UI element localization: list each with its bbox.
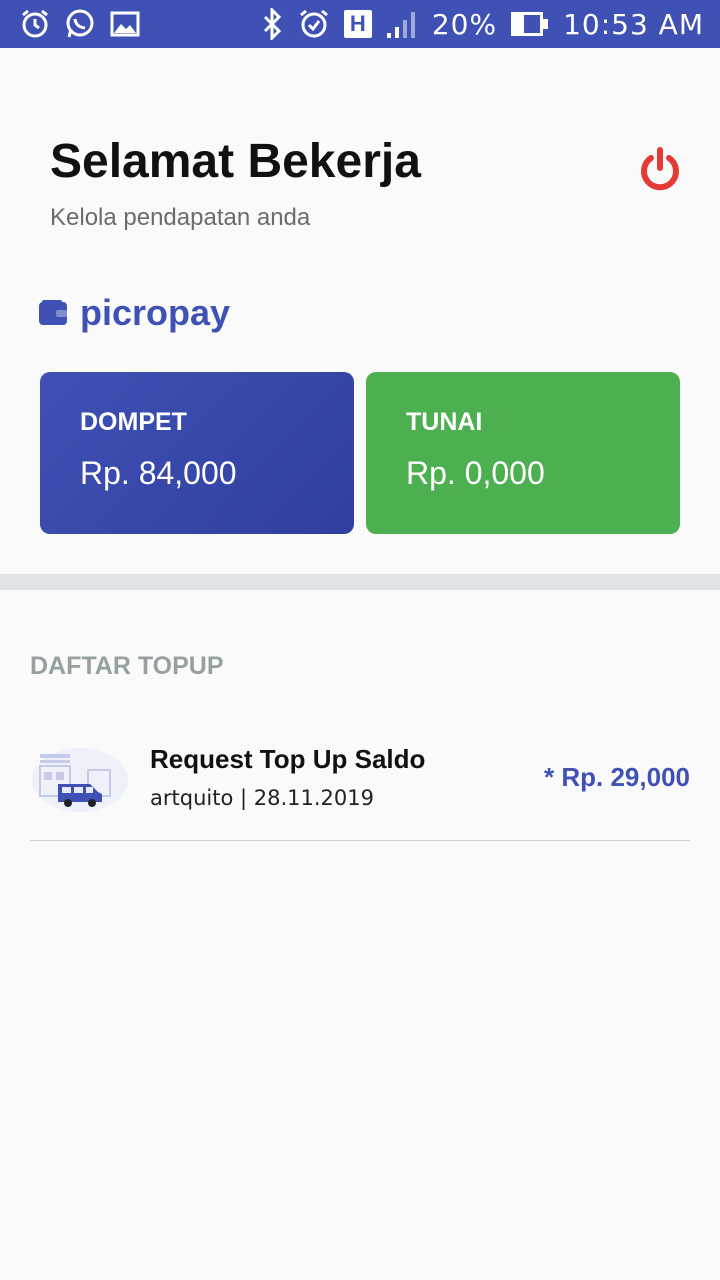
brand: picropay (38, 292, 230, 334)
signal-icon (386, 12, 415, 38)
store-delivery-icon (32, 748, 128, 812)
section-divider (0, 574, 720, 590)
wallet-icon (39, 300, 67, 325)
clock: 10:53 AM (563, 7, 704, 41)
status-bar-right: H 20% 10:53 AM (262, 8, 704, 41)
gallery-icon (110, 11, 140, 37)
alarm-set-icon (299, 9, 328, 38)
battery-percent: 20% (431, 7, 498, 41)
battery-icon (511, 12, 549, 36)
card-label: DOMPET (80, 408, 187, 436)
network-type-badge: H (343, 10, 372, 38)
topup-list-item[interactable]: Request Top Up Saldo artquito | 28.11.20… (30, 730, 690, 841)
card-value: Rp. 0,000 (406, 455, 545, 491)
card-label: TUNAI (406, 408, 483, 436)
bluetooth-icon (263, 8, 281, 40)
brand-name: picropay (80, 292, 231, 333)
topup-subtitle: artquito | 28.11.2019 (150, 786, 374, 810)
topup-title: Request Top Up Saldo (150, 744, 426, 774)
alarm-icon (22, 9, 48, 38)
cash-balance-card[interactable]: TUNAI Rp. 0,000 (366, 372, 680, 534)
status-bar: H 20% 10:53 AM (0, 0, 720, 48)
card-value: Rp. 84,000 (80, 455, 237, 491)
page-title: Selamat Bekerja (50, 135, 421, 188)
topup-amount: * Rp. 29,000 (544, 762, 690, 792)
page-subtitle: Kelola pendapatan anda (50, 204, 311, 231)
whatsapp-icon (66, 9, 94, 38)
wallet-balance-card[interactable]: DOMPET Rp. 84,000 (40, 372, 354, 534)
power-icon[interactable] (636, 146, 684, 194)
section-title: DAFTAR TOPUP (30, 652, 224, 680)
status-bar-left (20, 8, 140, 40)
